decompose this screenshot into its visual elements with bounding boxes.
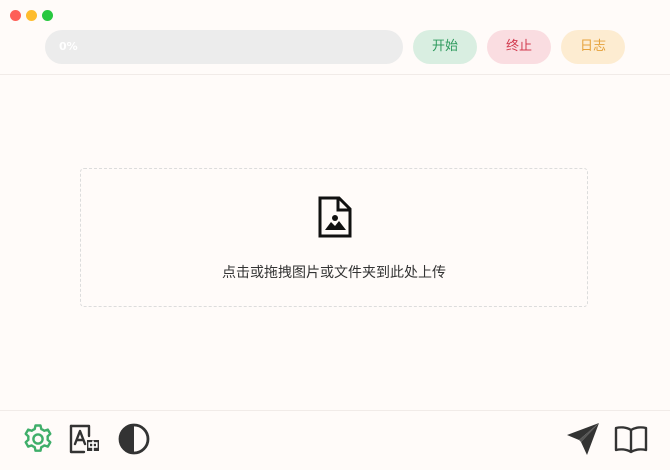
settings-icon[interactable] <box>21 422 55 456</box>
progress-bar: 0% <box>45 30 403 64</box>
progress-text: 0% <box>59 40 78 53</box>
start-button[interactable]: 开始 <box>413 30 477 64</box>
book-icon[interactable] <box>614 422 648 456</box>
stop-button[interactable]: 终止 <box>487 30 551 64</box>
upload-dropzone[interactable]: 点击或拖拽图片或文件夹到此处上传 <box>80 168 588 307</box>
app-window: 0% 开始 终止 日志 点击或拖拽图片或文件夹到此处上传 <box>0 0 670 470</box>
translate-icon[interactable] <box>68 422 102 456</box>
close-window-button[interactable] <box>10 10 21 21</box>
send-icon[interactable] <box>566 422 600 456</box>
header-divider <box>0 74 670 75</box>
maximize-window-button[interactable] <box>42 10 53 21</box>
minimize-window-button[interactable] <box>26 10 37 21</box>
theme-contrast-icon[interactable] <box>117 422 151 456</box>
log-button[interactable]: 日志 <box>561 30 625 64</box>
window-controls <box>10 10 53 21</box>
image-file-icon <box>317 195 353 239</box>
footer-divider <box>0 410 670 411</box>
dropzone-text: 点击或拖拽图片或文件夹到此处上传 <box>222 265 446 281</box>
